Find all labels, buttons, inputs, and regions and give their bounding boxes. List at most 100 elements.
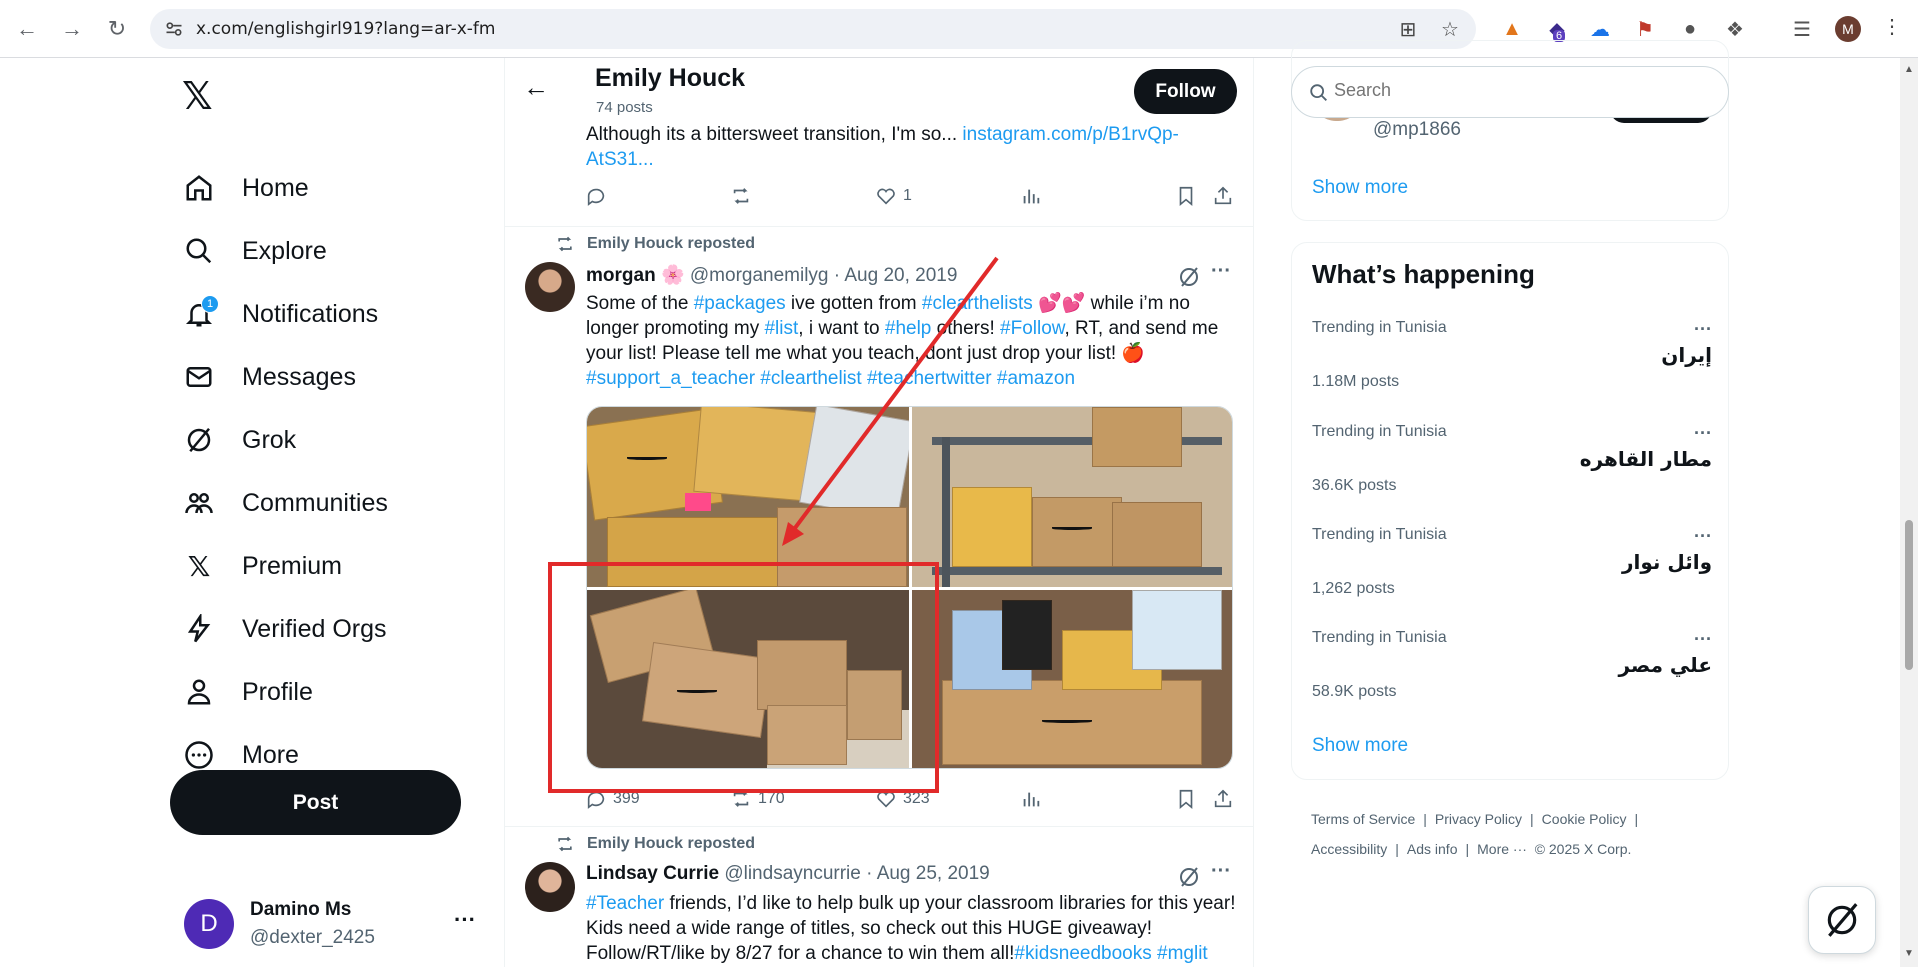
hashtag-link[interactable]: #support_a_teacher	[586, 368, 755, 389]
address-bar[interactable]: x.com/englishgirl919?lang=ar-x-fm ⊞ ☆	[150, 9, 1476, 49]
terms-link[interactable]: Terms of Service	[1311, 811, 1415, 827]
hashtag-link[interactable]: #Teacher	[586, 893, 664, 914]
hashtag-link[interactable]: #amazon	[997, 368, 1075, 389]
trend-item[interactable]: Trending in Tunisia ··· إيران 1.18M post…	[1312, 319, 1712, 419]
suggested-handle[interactable]: @mp1866	[1373, 119, 1461, 141]
people-icon	[182, 486, 216, 520]
like-button[interactable]: 1	[875, 185, 912, 207]
privacy-link[interactable]: Privacy Policy	[1435, 811, 1522, 827]
nav-explore[interactable]: Explore	[182, 226, 327, 276]
url-text[interactable]: x.com/englishgirl919?lang=ar-x-fm	[196, 19, 495, 39]
nav-label: Home	[242, 173, 309, 202]
separator: |	[1395, 841, 1399, 857]
account-handle: @dexter_2425	[250, 927, 375, 948]
avatar[interactable]	[525, 262, 575, 312]
media-image-1[interactable]	[587, 407, 909, 587]
more-dots-icon[interactable]: ···	[1211, 860, 1231, 883]
share-button[interactable]	[1212, 788, 1234, 810]
author-handle[interactable]: @lindsayncurrie	[724, 863, 861, 884]
hashtag-link[interactable]: #teachertwitter	[867, 368, 992, 389]
more-dots-icon[interactable]: ···	[1211, 260, 1231, 283]
account-switcher[interactable]: D Damino Ms @dexter_2425 ···	[184, 891, 494, 955]
more-dots-icon[interactable]: ···	[1694, 526, 1712, 547]
scroll-up-icon[interactable]: ▲	[1904, 64, 1914, 75]
hashtag-link[interactable]: #packages	[694, 293, 786, 314]
views-button[interactable]	[1020, 185, 1042, 207]
media-queue-icon[interactable]: ☰	[1787, 14, 1817, 44]
back-icon[interactable]: ←	[12, 14, 42, 44]
author-name[interactable]: morgan 🌸	[586, 265, 685, 286]
avatar[interactable]	[525, 862, 575, 912]
grok-floating-button[interactable]	[1808, 886, 1876, 954]
nav-messages[interactable]: Messages	[182, 352, 356, 402]
bookmark-star-icon[interactable]: ☆	[1438, 17, 1462, 41]
trend-item[interactable]: Trending in Tunisia ··· وائل نوار 1,262 …	[1312, 526, 1712, 626]
show-more-link[interactable]: Show more	[1312, 177, 1408, 199]
install-app-icon[interactable]: ⊞	[1396, 17, 1420, 41]
nav-communities[interactable]: Communities	[182, 478, 388, 528]
search-input[interactable]	[1334, 80, 1694, 101]
more-dots-icon[interactable]: ···	[1694, 423, 1712, 444]
nav-label: Messages	[242, 362, 356, 391]
hashtag-link[interactable]: #mglit	[1157, 943, 1208, 964]
hashtag-link[interactable]: #clearthelist	[760, 368, 861, 389]
nav-grok[interactable]: Grok	[182, 415, 296, 465]
nav-home[interactable]: Home	[182, 163, 309, 213]
site-settings-icon[interactable]	[164, 19, 184, 39]
nav-premium[interactable]: 𝕏 Premium	[182, 541, 342, 591]
author-handle[interactable]: @morganemilyg	[690, 265, 829, 286]
hashtag-link[interactable]: #Follow	[1000, 318, 1064, 339]
reply-button[interactable]	[585, 185, 607, 207]
views-button[interactable]	[1020, 788, 1042, 810]
share-icon	[1214, 789, 1232, 808]
browser-menu-icon[interactable]: ⋮	[1882, 14, 1902, 39]
forward-icon[interactable]: →	[57, 14, 87, 44]
grok-icon[interactable]	[1177, 265, 1201, 289]
reload-icon[interactable]: ↻	[102, 14, 132, 44]
show-more-link[interactable]: Show more	[1312, 735, 1408, 757]
extensions-puzzle-icon[interactable]: ❖	[1720, 14, 1750, 44]
tweet-text: Although its a bittersweet transition, I…	[586, 122, 1226, 172]
bookmark-button[interactable]	[1175, 788, 1197, 810]
back-arrow-icon[interactable]: ←	[523, 72, 549, 103]
more-circle-icon	[182, 738, 216, 772]
browser-profile-avatar[interactable]: M	[1835, 16, 1861, 42]
bookmark-button[interactable]	[1175, 185, 1197, 207]
scrollbar-thumb[interactable]	[1905, 520, 1913, 670]
hashtag-link[interactable]: #clearthelists	[922, 293, 1033, 314]
media-image-2[interactable]	[912, 407, 1232, 587]
tweet-date[interactable]: Aug 25, 2019	[877, 863, 990, 884]
media-image-4[interactable]	[912, 590, 1232, 768]
ads-info-link[interactable]: Ads info	[1407, 841, 1458, 857]
nav-profile[interactable]: Profile	[182, 667, 313, 717]
home-icon	[182, 171, 216, 205]
x-logo-icon[interactable]: 𝕏	[182, 74, 222, 118]
trend-item[interactable]: Trending in Tunisia ··· مطار القاهره 36.…	[1312, 423, 1712, 523]
cookie-link[interactable]: Cookie Policy	[1542, 811, 1627, 827]
grok-icon[interactable]	[1177, 865, 1201, 889]
scroll-down-icon[interactable]: ▼	[1904, 948, 1914, 959]
more-dots-icon[interactable]: ···	[454, 907, 476, 933]
more-dots-icon[interactable]: ···	[1694, 319, 1712, 340]
repost-icon	[558, 836, 572, 852]
mail-icon	[182, 360, 216, 394]
follow-button[interactable]: Follow	[1134, 69, 1237, 114]
hashtag-link[interactable]: #kidsneedbooks	[1014, 943, 1151, 964]
repost-button[interactable]	[730, 185, 752, 207]
nav-verified-orgs[interactable]: Verified Orgs	[182, 604, 387, 654]
account-name: Damino Ms	[250, 899, 352, 920]
more-link[interactable]: More ···	[1477, 841, 1527, 857]
nav-notifications[interactable]: 1 Notifications	[182, 289, 378, 339]
hashtag-link[interactable]: #list	[764, 318, 798, 339]
trend-item[interactable]: Trending in Tunisia ··· علي مصر 58.9K po…	[1312, 629, 1712, 729]
author-name[interactable]: Lindsay Currie	[586, 863, 719, 884]
share-button[interactable]	[1212, 185, 1234, 207]
page-scrollbar[interactable]: ▲ ▼	[1900, 58, 1918, 967]
hashtag-link[interactable]: #help	[885, 318, 932, 339]
post-button[interactable]: Post	[170, 770, 461, 835]
search-bar[interactable]	[1291, 66, 1729, 118]
grok-icon	[1827, 903, 1858, 937]
more-dots-icon[interactable]: ···	[1694, 629, 1712, 650]
accessibility-link[interactable]: Accessibility	[1311, 841, 1387, 857]
tweet-date[interactable]: Aug 20, 2019	[844, 265, 957, 286]
